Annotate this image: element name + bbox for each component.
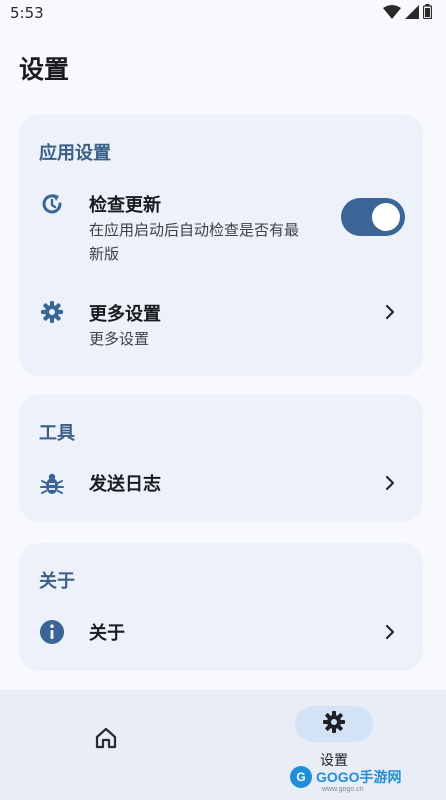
watermark-logo: G [290, 766, 312, 788]
nav-home-button[interactable] [74, 718, 138, 762]
section-title-tools: 工具 [39, 423, 75, 444]
signal-icon [405, 4, 419, 23]
send-log-row[interactable]: 发送日志 [19, 468, 423, 500]
info-icon [39, 619, 65, 645]
check-update-row[interactable]: 检查更新 在应用启动后自动检查是否有最 新版 [19, 189, 423, 269]
about-row[interactable]: 关于 [19, 617, 423, 649]
check-update-title: 检查更新 [89, 195, 161, 216]
page-title: 设置 [19, 55, 70, 84]
status-bar: 5:53 [0, 0, 446, 26]
check-update-toggle[interactable] [341, 198, 405, 236]
gear-icon [322, 710, 346, 738]
watermark-sub: www.gogo.cn [322, 786, 364, 793]
nav-active-indicator [295, 706, 373, 742]
home-icon [93, 725, 119, 755]
wifi-icon [383, 4, 401, 23]
chevron-right-icon [383, 302, 397, 322]
send-log-title: 发送日志 [89, 474, 161, 495]
chevron-right-icon [383, 473, 397, 493]
about-card: 关于 关于 [19, 543, 423, 671]
status-icons [383, 3, 433, 23]
watermark: G GOGO手游网 [290, 766, 402, 788]
check-update-subtitle-line1: 在应用启动后自动检查是否有最 [89, 221, 300, 239]
app-settings-card: 应用设置 检查更新 在应用启动后自动检查是否有最 新版 更多设置 更多设置 [19, 114, 423, 376]
battery-icon [422, 3, 433, 23]
update-icon [39, 191, 65, 217]
gear-icon [39, 299, 65, 325]
about-title: 关于 [89, 623, 125, 644]
more-settings-row[interactable]: 更多设置 更多设置 [19, 299, 423, 355]
section-title-app-settings: 应用设置 [39, 143, 111, 164]
more-settings-subtitle: 更多设置 [89, 330, 150, 348]
check-update-subtitle-line2: 新版 [89, 245, 120, 263]
watermark-text: GOGO手游网 [316, 769, 402, 785]
tools-card: 工具 发送日志 [19, 394, 423, 522]
bug-icon [39, 471, 65, 497]
toggle-knob [372, 203, 400, 231]
chevron-right-icon [383, 622, 397, 642]
status-time: 5:53 [10, 4, 44, 22]
section-title-about: 关于 [39, 571, 75, 592]
more-settings-title: 更多设置 [89, 304, 161, 325]
